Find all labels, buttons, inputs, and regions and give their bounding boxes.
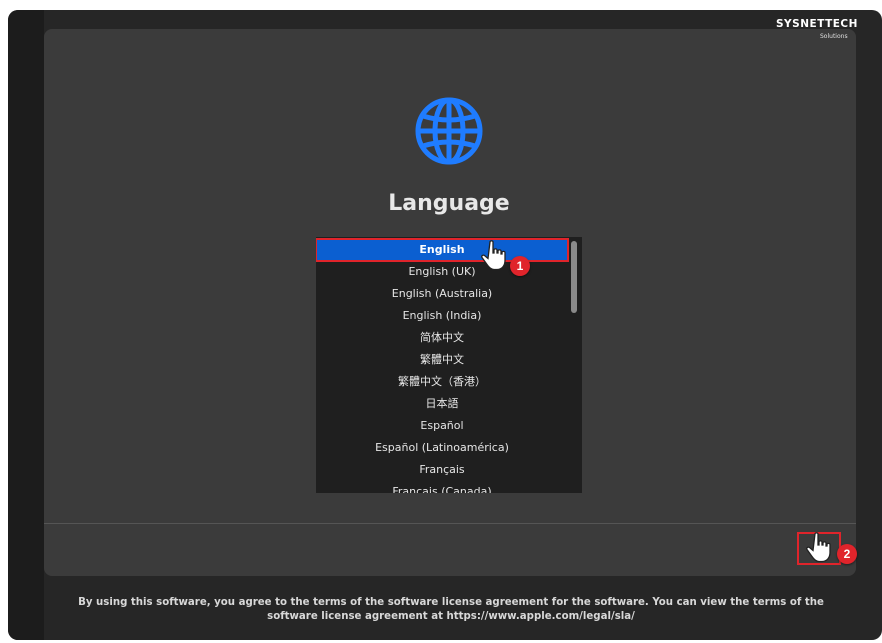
bottom-divider [44, 523, 856, 524]
page-title: Language [388, 191, 510, 216]
language-item-spanish-latam[interactable]: Español (Latinoamérica) [316, 437, 568, 459]
language-item-english-uk[interactable]: English (UK) [316, 261, 568, 283]
pointer-hand-icon [806, 532, 831, 563]
language-item-japanese[interactable]: 日本語 [316, 393, 568, 415]
screen-edge-shadow [8, 10, 44, 640]
language-item-spanish[interactable]: Español [316, 415, 568, 437]
language-item-english-india[interactable]: English (India) [316, 305, 568, 327]
step-2-badge: 2 [837, 544, 857, 564]
step-1-badge: 1 [510, 256, 530, 276]
language-item-french-canada[interactable]: Français (Canada) [316, 481, 568, 493]
brand-logo: SYSNETTECH Solutions [776, 14, 882, 56]
screenshot-frame: Language English English (UK) English (A… [0, 0, 882, 643]
language-list[interactable]: English English (UK) English (Australia)… [316, 237, 582, 493]
language-item-traditional-chinese-hk[interactable]: 繁體中文（香港） [316, 371, 568, 393]
language-item-traditional-chinese[interactable]: 繁體中文 [316, 349, 568, 371]
language-item-english[interactable]: English [316, 238, 569, 262]
language-item-simplified-chinese[interactable]: 简体中文 [316, 327, 568, 349]
pointer-hand-icon [481, 240, 506, 271]
brand-subtitle: Solutions [820, 33, 848, 40]
language-item-english-australia[interactable]: English (Australia) [316, 283, 568, 305]
globe-icon [415, 97, 483, 165]
brand-name: SYSNETTECH [776, 18, 858, 30]
language-list-scrollbar[interactable] [571, 241, 577, 313]
license-agreement-text: By using this software, you agree to the… [78, 597, 824, 622]
language-item-french[interactable]: Français [316, 459, 568, 481]
